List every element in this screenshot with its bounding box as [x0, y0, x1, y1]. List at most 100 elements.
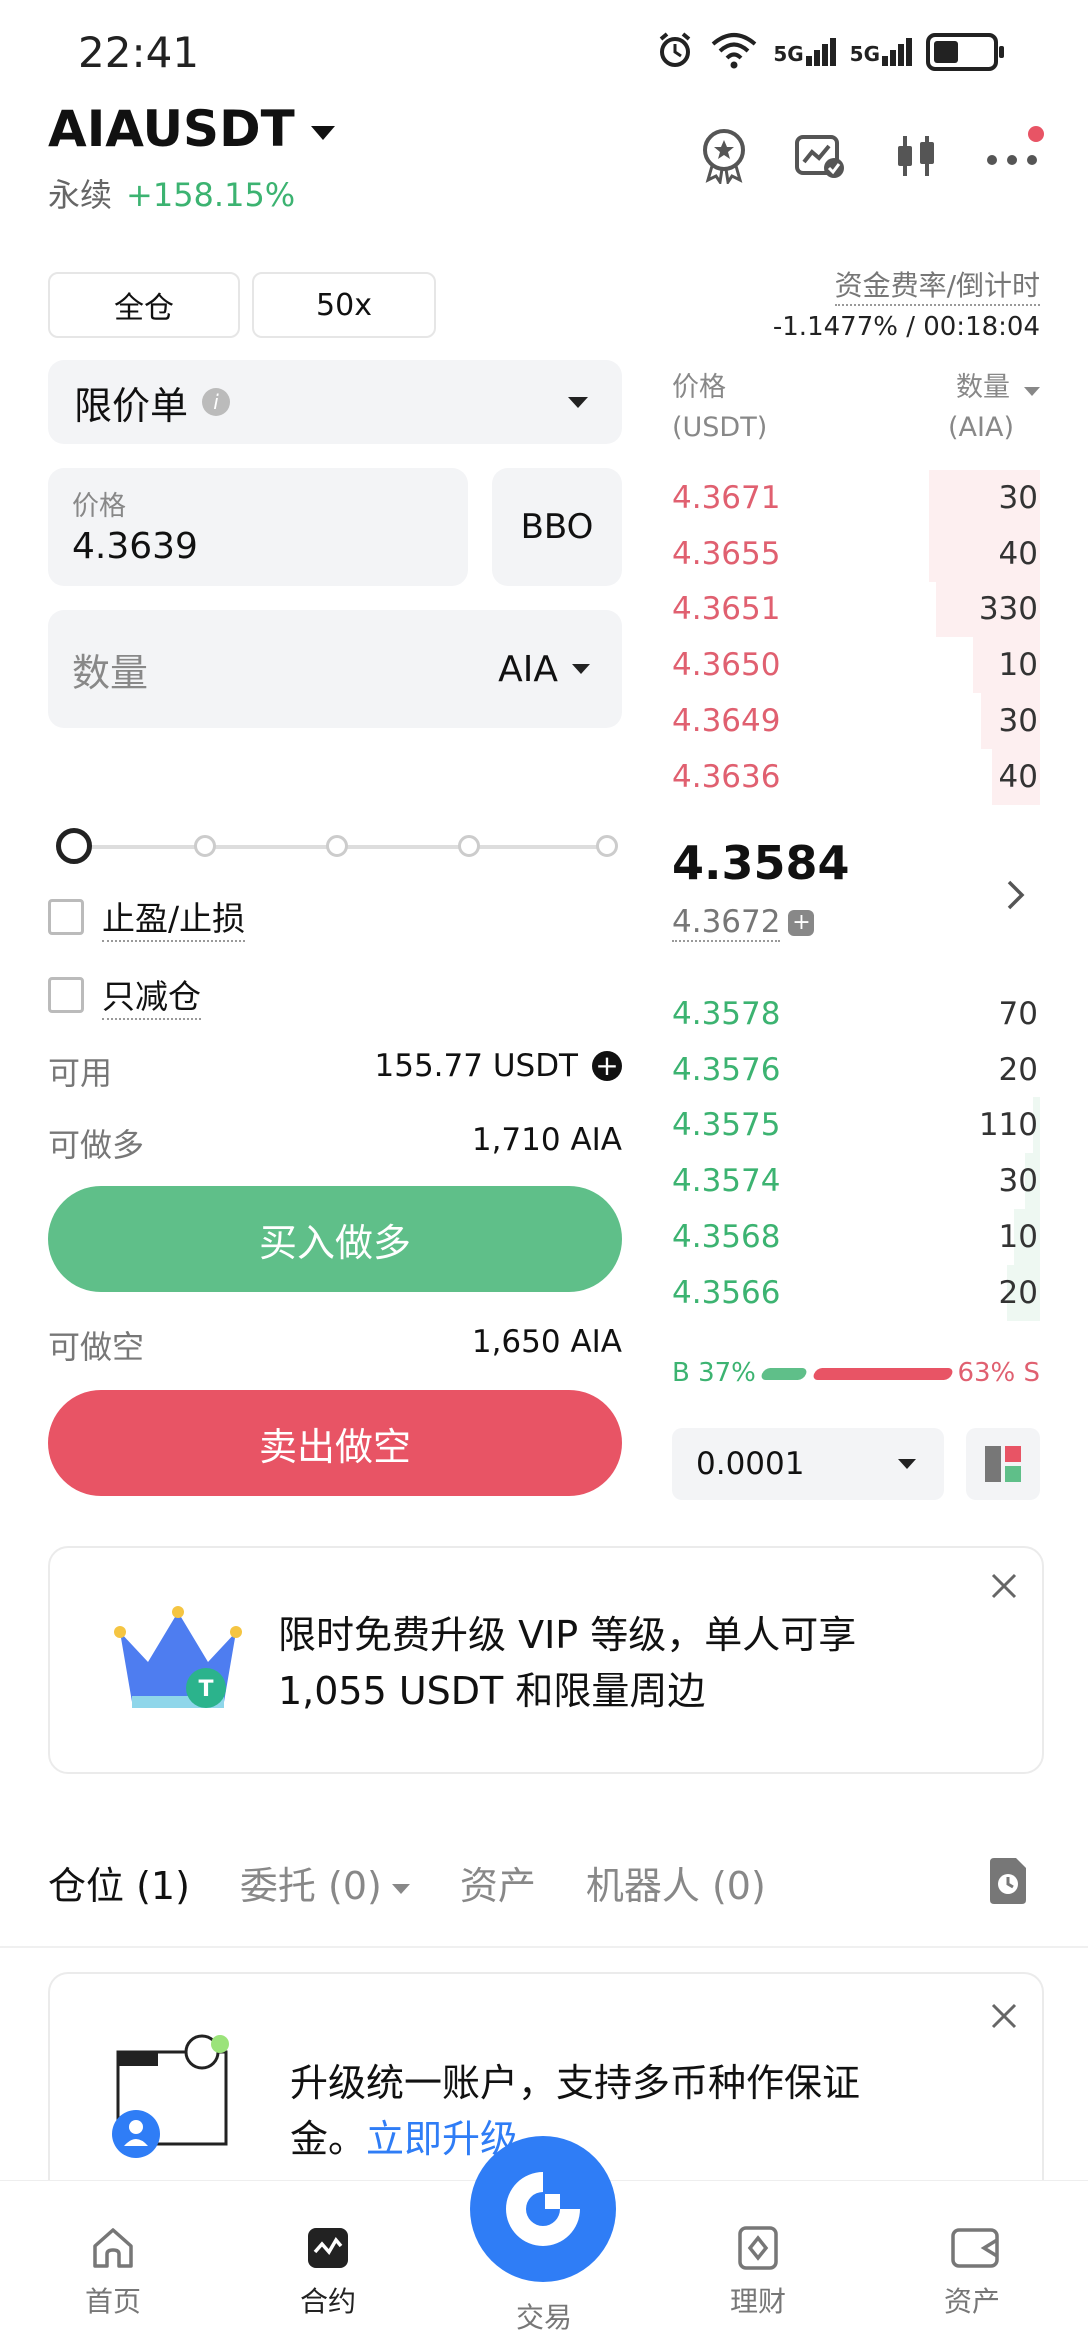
- close-icon[interactable]: [990, 2002, 1018, 2034]
- nav-trade[interactable]: 交易: [484, 2296, 604, 2336]
- pair-subtitle: 永续 +158.15%: [48, 170, 295, 216]
- price-field[interactable]: 价格 4.3639: [48, 468, 468, 586]
- ask-row[interactable]: 4.3651 330: [670, 581, 1040, 638]
- tab-orders[interactable]: 委托 (0): [240, 1855, 410, 1910]
- can-long-label: 可做多: [48, 1126, 145, 1164]
- history-icon[interactable]: [986, 1856, 1030, 1910]
- nav-earn-label: 理财: [729, 2285, 786, 2318]
- unified-banner-line1: 升级统一账户，支持多币种作保证: [290, 2061, 861, 2105]
- bid-price: 4.3566: [672, 1274, 781, 1311]
- trade-logo-icon: [506, 2172, 580, 2246]
- slider-step-50[interactable]: [326, 835, 348, 857]
- ask-qty: 30: [998, 702, 1038, 739]
- unified-banner-line2: 金。立即升级: [290, 2108, 518, 2163]
- bid-price: 4.3576: [672, 1051, 781, 1088]
- orderbook-qty-header[interactable]: 数量 (AIA): [948, 368, 1040, 448]
- can-long-value: 1,710 AIA: [471, 1122, 622, 1158]
- ask-row[interactable]: 4.3636 40: [670, 748, 1040, 805]
- pair-name: AIAUSDT: [48, 100, 295, 158]
- quantity-unit-select[interactable]: AIA: [498, 649, 590, 690]
- chevron-down-icon: [568, 396, 588, 408]
- orderbook-layout-button[interactable]: [966, 1428, 1040, 1500]
- quantity-field[interactable]: 数量 AIA: [48, 610, 622, 728]
- vip-banner-line2: 1,055 USDT 和限量周边: [278, 1669, 706, 1713]
- margin-mode-button[interactable]: 全仓: [48, 272, 240, 338]
- award-icon[interactable]: [696, 128, 752, 184]
- bid-row[interactable]: 4.3578 70: [670, 986, 1040, 1042]
- bid-row[interactable]: 4.3568 10: [670, 1208, 1040, 1265]
- bid-row[interactable]: 4.3574 30: [670, 1153, 1040, 1210]
- trade-fab-button[interactable]: [470, 2136, 616, 2282]
- price-change: +158.15%: [126, 176, 296, 214]
- slider-handle[interactable]: [56, 828, 92, 864]
- nav-trade-label: 交易: [515, 2301, 572, 2334]
- chevron-down-icon: [1024, 387, 1040, 396]
- available-label: 可用: [48, 1054, 113, 1092]
- tab-assets[interactable]: 资产: [460, 1855, 536, 1910]
- funding-rate-label[interactable]: 资金费率/倒计时: [834, 264, 1040, 306]
- bid-qty: 20: [998, 1274, 1038, 1311]
- slider-step-25[interactable]: [194, 835, 216, 857]
- nav-earn[interactable]: 理财: [698, 2226, 818, 2320]
- buy-ratio-label: B 37%: [672, 1358, 756, 1388]
- bbo-button[interactable]: BBO: [492, 468, 622, 586]
- price-field-value[interactable]: 4.3639: [72, 526, 198, 567]
- candlestick-icon[interactable]: [888, 128, 944, 184]
- leverage-button[interactable]: 50x: [252, 272, 436, 338]
- wallet-icon: [106, 2030, 246, 2164]
- reduce-only-option[interactable]: 只减仓: [48, 970, 201, 1020]
- precision-select[interactable]: 0.0001: [672, 1428, 944, 1500]
- ask-row[interactable]: 4.3671 30: [670, 470, 1040, 526]
- futures-icon: [306, 2226, 350, 2270]
- unified-banner-prefix: 金。: [290, 2117, 367, 2161]
- bid-price: 4.3568: [672, 1218, 781, 1255]
- order-type-select[interactable]: 限价单 i: [48, 360, 622, 444]
- tabs-divider: [0, 1946, 1088, 1948]
- chevron-right-icon[interactable]: [1004, 878, 1028, 916]
- status-icons: 5G 5G: [655, 30, 1004, 74]
- ask-qty: 10: [998, 647, 1038, 684]
- bid-qty: 30: [998, 1163, 1038, 1200]
- vip-banner[interactable]: T 限时免费升级 VIP 等级，单人可享 1,055 USDT 和限量周边: [48, 1546, 1044, 1774]
- notification-dot: [1028, 126, 1044, 142]
- pair-selector[interactable]: AIAUSDT: [48, 100, 335, 158]
- available-value: 155.77 USDT: [374, 1048, 579, 1084]
- precision-value: 0.0001: [696, 1446, 805, 1482]
- tab-orders-label: 委托 (0): [239, 1864, 382, 1908]
- more-icon[interactable]: [984, 126, 1044, 184]
- bid-row[interactable]: 4.3566 20: [670, 1264, 1040, 1321]
- close-icon[interactable]: [990, 1572, 1018, 1604]
- battery-icon: [926, 33, 1004, 71]
- sell-short-button[interactable]: 卖出做空: [48, 1390, 622, 1496]
- mark-price-row[interactable]: 4.3672 +: [672, 904, 815, 942]
- ask-row[interactable]: 4.3650 10: [670, 637, 1040, 694]
- buy-long-button[interactable]: 买入做多: [48, 1186, 622, 1292]
- nav-futures[interactable]: 合约: [268, 2226, 388, 2320]
- ask-qty: 30: [998, 480, 1038, 516]
- order-type-label: 限价单: [74, 383, 189, 428]
- reduce-only-checkbox[interactable]: [48, 977, 84, 1013]
- reduce-only-label: 只减仓: [102, 970, 201, 1020]
- status-time: 22:41: [78, 28, 200, 77]
- bid-row[interactable]: 4.3575 110: [670, 1097, 1040, 1154]
- tpsl-checkbox[interactable]: [48, 899, 84, 935]
- bid-row[interactable]: 4.3576 20: [670, 1042, 1040, 1098]
- tab-bots[interactable]: 机器人 (0): [586, 1855, 766, 1910]
- tpsl-option[interactable]: 止盈/止损: [48, 892, 246, 942]
- price-field-label: 价格: [72, 491, 126, 522]
- slider-step-75[interactable]: [458, 835, 480, 857]
- slider-step-100[interactable]: [596, 835, 618, 857]
- add-funds-icon[interactable]: +: [592, 1051, 622, 1081]
- chart-analysis-icon[interactable]: [792, 128, 848, 184]
- sell-ratio-bar: [811, 1368, 955, 1380]
- bid-price: 4.3578: [672, 996, 781, 1032]
- tab-positions[interactable]: 仓位 (1): [48, 1855, 190, 1910]
- ask-row[interactable]: 4.3649 30: [670, 692, 1040, 749]
- qty-header-unit: (AIA): [948, 412, 1014, 443]
- crown-icon: T: [108, 1592, 248, 1726]
- ask-row[interactable]: 4.3655 40: [670, 525, 1040, 582]
- info-icon[interactable]: i: [202, 388, 231, 416]
- nav-home[interactable]: 首页: [53, 2226, 173, 2320]
- nav-assets[interactable]: 资产: [912, 2226, 1032, 2320]
- ask-price: 4.3650: [672, 647, 781, 684]
